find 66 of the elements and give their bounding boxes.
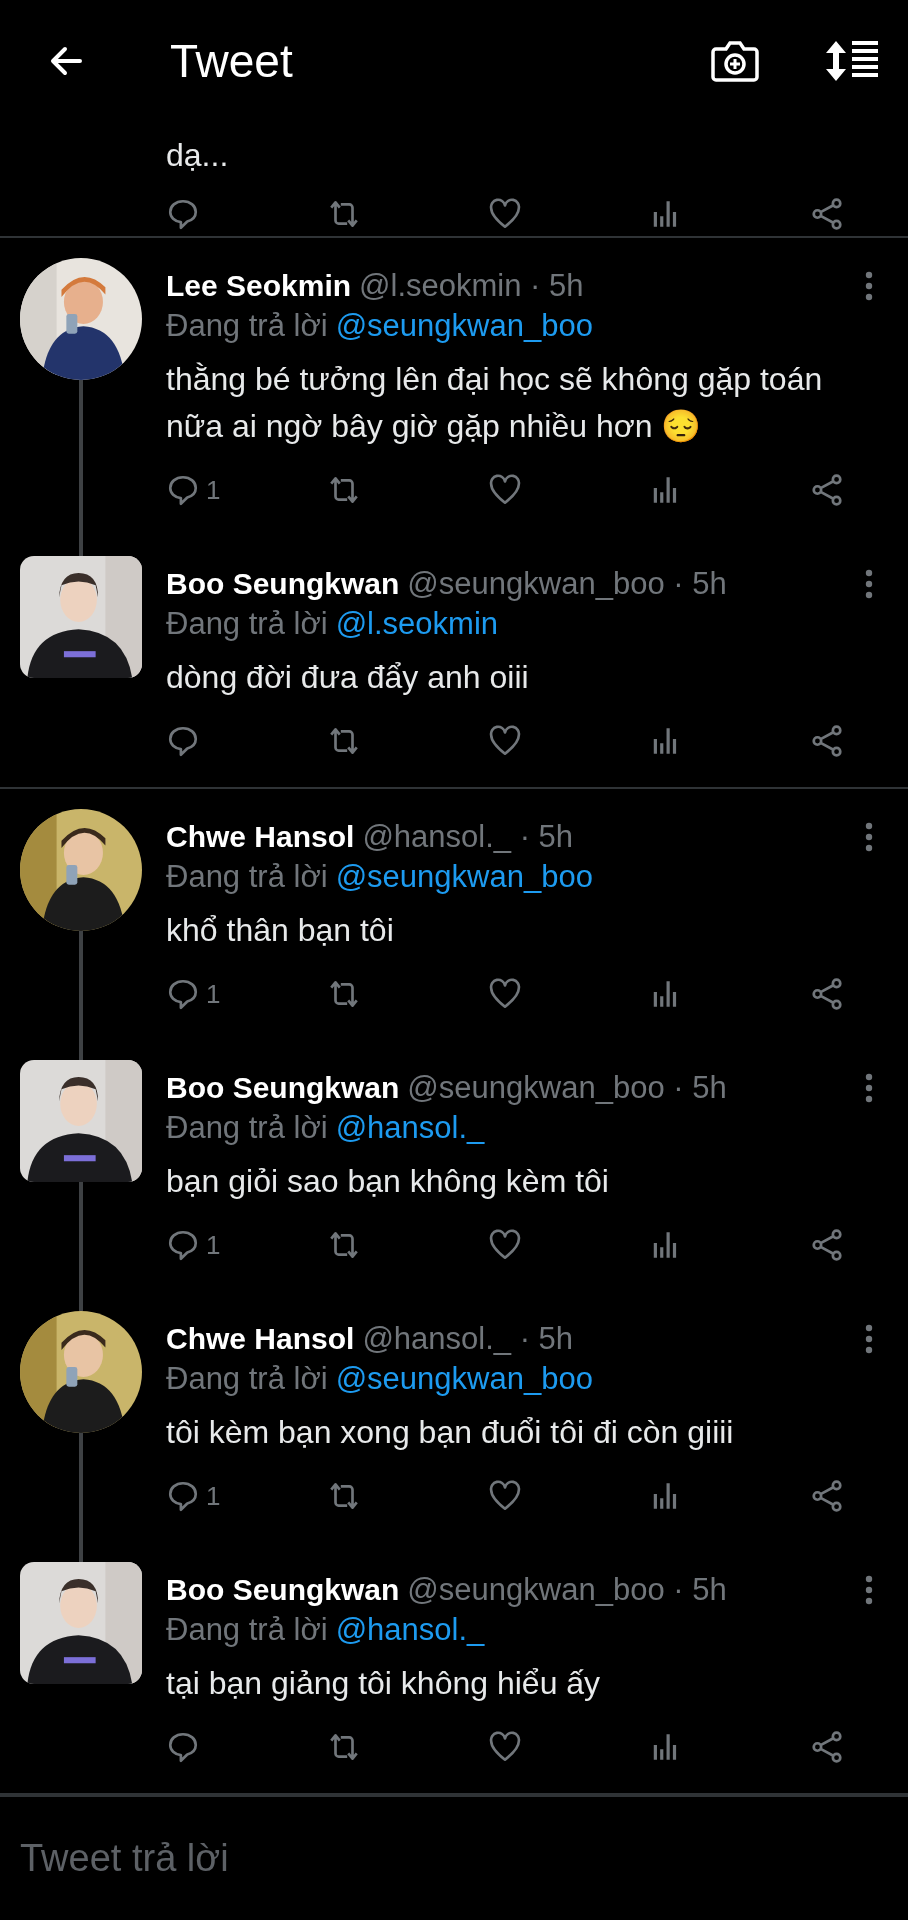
- user-handle-time: @hansol._ · 5h: [362, 1321, 575, 1357]
- page-title: Tweet: [170, 34, 294, 88]
- tweet-text: tại bạn giảng tôi không hiểu ấy: [166, 1664, 602, 1703]
- user-name[interactable]: Boo Seungkwan: [166, 1071, 400, 1105]
- tweet-text: thằng bé tưởng lên đại học sẽ không gặp toán nữa ai ngờ bây giờ gặp nhiều hơn 😔: [166, 360, 824, 446]
- reply-icon[interactable]: [166, 1730, 200, 1764]
- reply-icon[interactable]: [166, 1479, 200, 1513]
- tweet-text: bạn giỏi sao bạn không kèm tôi: [166, 1162, 610, 1201]
- user-name[interactable]: Lee Seokmin: [166, 269, 352, 303]
- tweet-text: dòng đời đưa đẩy anh oiii: [166, 658, 530, 697]
- heart-icon[interactable]: [488, 1479, 522, 1513]
- more-icon[interactable]: [864, 1574, 874, 1606]
- more-icon[interactable]: [864, 1072, 874, 1104]
- share-icon[interactable]: [810, 1730, 844, 1764]
- reply-count: 1: [206, 978, 221, 1010]
- user-handle-time: @l.seokmin · 5h: [359, 268, 585, 304]
- replying-label: Đang trả lời: [166, 1110, 328, 1146]
- more-icon[interactable]: [864, 1323, 874, 1355]
- share-icon[interactable]: [810, 977, 844, 1011]
- mention-link[interactable]: @hansol._: [335, 1110, 485, 1146]
- reply-input-field[interactable]: Tweet trả lời: [20, 1829, 620, 1888]
- more-icon[interactable]: [864, 821, 874, 853]
- mention-link[interactable]: @seungkwan_boo: [335, 859, 593, 895]
- camera-icon[interactable]: [710, 39, 760, 83]
- tweet-text: tôi kèm bạn xong bạn đuổi tôi đi còn giiii: [166, 1413, 735, 1452]
- replying-label: Đang trả lời: [166, 1612, 328, 1648]
- replying-label: Đang trả lời: [166, 606, 328, 642]
- heart-icon[interactable]: [488, 473, 522, 507]
- reply-count: 1: [206, 1480, 221, 1512]
- share-icon[interactable]: [810, 473, 844, 507]
- tweet-text: khổ thân bạn tôi: [166, 911, 395, 950]
- heart-icon[interactable]: [488, 724, 522, 758]
- replying-label: Đang trả lời: [166, 1361, 328, 1397]
- share-icon[interactable]: [810, 1228, 844, 1262]
- user-name[interactable]: Boo Seungkwan: [166, 1573, 400, 1607]
- sort-icon[interactable]: [824, 39, 880, 83]
- user-handle-time: @seungkwan_boo · 5h: [407, 1070, 728, 1106]
- heart-icon[interactable]: [488, 977, 522, 1011]
- heart-icon[interactable]: [488, 1228, 522, 1262]
- reply-icon[interactable]: [166, 197, 200, 231]
- user-handle-time: @seungkwan_boo · 5h: [407, 566, 728, 602]
- reply-count: 1: [206, 1229, 221, 1261]
- more-icon[interactable]: [864, 568, 874, 600]
- user-handle-time: @seungkwan_boo · 5h: [407, 1572, 728, 1608]
- tweet-text: dạ...: [166, 136, 229, 175]
- mention-link[interactable]: @seungkwan_boo: [335, 308, 593, 344]
- user-name[interactable]: Chwe Hansol: [166, 820, 355, 854]
- reply-icon[interactable]: [166, 977, 200, 1011]
- user-name[interactable]: Boo Seungkwan: [166, 567, 400, 601]
- share-icon[interactable]: [810, 1479, 844, 1513]
- mention-link[interactable]: @seungkwan_boo: [335, 1361, 593, 1397]
- heart-icon[interactable]: [488, 197, 522, 231]
- share-icon[interactable]: [810, 197, 844, 231]
- mention-link[interactable]: @hansol._: [335, 1612, 485, 1648]
- user-handle-time: @hansol._ · 5h: [362, 819, 575, 855]
- replying-label: Đang trả lời: [166, 859, 328, 895]
- mention-link[interactable]: @l.seokmin: [335, 606, 499, 642]
- more-icon[interactable]: [864, 270, 874, 302]
- share-icon[interactable]: [810, 724, 844, 758]
- heart-icon[interactable]: [488, 1730, 522, 1764]
- replying-label: Đang trả lời: [166, 308, 328, 344]
- reply-icon[interactable]: [166, 473, 200, 507]
- reply-icon[interactable]: [166, 1228, 200, 1262]
- reply-icon[interactable]: [166, 724, 200, 758]
- reply-count: 1: [206, 474, 221, 506]
- user-name[interactable]: Chwe Hansol: [166, 1322, 355, 1356]
